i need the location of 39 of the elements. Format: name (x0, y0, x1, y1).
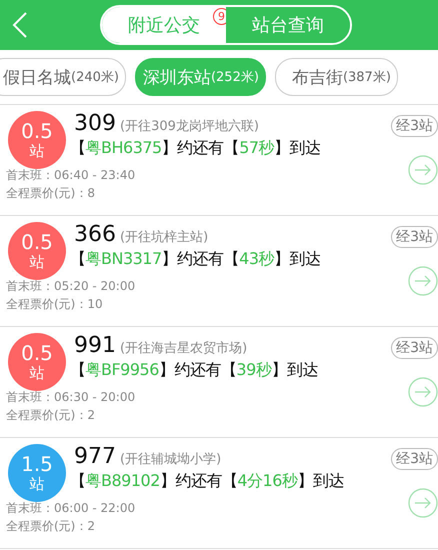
destination-text: (开往辅城坳小学) (120, 451, 222, 468)
service-hours-text: 首末班：06:00 - 22:00 (6, 500, 136, 517)
fare-text: 全程票价(元)：10 (6, 296, 104, 313)
fare-text: 全程票价(元)：2 (6, 407, 96, 424)
tab[interactable]: 附近公交 9 (102, 7, 226, 43)
stops-count-label: 经3站 (391, 448, 438, 470)
route-number: 366 (74, 222, 116, 247)
fare-text: 全程票价(元)：8 (6, 185, 96, 202)
station-chip[interactable]: 布吉街(387米) (274, 58, 398, 96)
service-hours-text: 首末班：06:40 - 23:40 (6, 167, 136, 184)
station-chip[interactable]: 假日名城(240米) (0, 58, 126, 96)
stops-away-badge: 0.5 站 (8, 111, 66, 169)
route-number: 977 (74, 444, 116, 469)
fare-text: 全程票价(元)：2 (6, 518, 96, 535)
bus-card[interactable]: 1.5 站 977 (开往辅城坳小学) 【粤B89102】约还有【4分16秒】到达 首末班：06:00 - 22:00 全程票价(元)：2 经3站 (0, 438, 438, 549)
destination-text: (开往坑梓主站) (120, 229, 208, 246)
stops-count-label: 经3站 (391, 115, 438, 137)
service-hours-text: 首末班：05:20 - 20:00 (6, 278, 136, 295)
arrival-text: 【粤BN3317】约还有【43秒】到达 (70, 249, 322, 270)
stops-away-badge: 1.5 站 (8, 444, 66, 502)
route-number: 991 (74, 333, 116, 358)
arrow-circle-icon[interactable] (408, 488, 438, 518)
arrow-circle-icon[interactable] (408, 266, 438, 296)
arrival-text: 【粤BF9956】约还有【39秒】到达 (70, 360, 319, 381)
bus-card[interactable]: 0.5 站 991 (开往海吉星农贸市场) 【粤BF9956】约还有【39秒】到达 首末班：06:30 - 20:00 全程票价(元)：2 经3站 (0, 327, 438, 438)
destination-text: (开往309龙岗坪地六联) (120, 118, 259, 135)
stops-away-badge: 0.5 站 (8, 222, 66, 280)
bus-card[interactable]: 0.5 站 366 (开往坑梓主站) 【粤BN3317】约还有【43秒】到达 首末班：05:20 - 20:00 全程票价(元)：10 经3站 (0, 216, 438, 327)
route-number: 309 (74, 111, 116, 136)
arrival-text: 【粤BH6375】约还有【57秒】到达 (70, 138, 322, 159)
service-hours-text: 首末班：06:30 - 20:00 (6, 389, 136, 406)
arrival-text: 【粤B89102】约还有【4分16秒】到达 (70, 471, 345, 492)
bus-card[interactable]: 0.5 站 309 (开往309龙岗坪地六联) 【粤BH6375】约还有【57秒】到达 首末班：06:40 - 23:40 全程票价(元)：8 经3站 (0, 105, 438, 216)
arrow-circle-icon[interactable] (408, 377, 438, 407)
stops-count-label: 经3站 (391, 337, 438, 359)
destination-text: (开往海吉星农贸市场) (120, 340, 248, 357)
stops-away-badge: 0.5 站 (8, 333, 66, 391)
stops-count-label: 经3站 (391, 226, 438, 248)
arrow-circle-icon[interactable] (408, 155, 438, 185)
